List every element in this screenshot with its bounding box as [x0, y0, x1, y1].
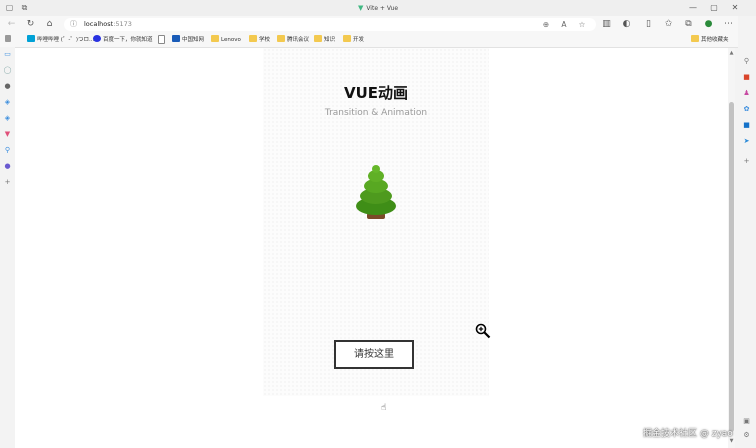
hand-cursor-icon: ☝	[381, 403, 387, 413]
vue-logo-icon: ▼	[357, 4, 364, 12]
favorite-star-icon[interactable]: ☆	[576, 18, 588, 31]
more-menu-icon[interactable]: ⋯	[722, 18, 735, 31]
other-favorites-folder[interactable]: 其他收藏夹	[691, 35, 729, 45]
bookmark-folder[interactable]: 开发	[343, 35, 364, 45]
back-icon[interactable]: ←	[5, 18, 18, 31]
games-icon[interactable]: ♟	[741, 88, 752, 99]
folder-icon	[211, 35, 219, 42]
tree-icon	[356, 165, 396, 219]
bookmarks-bar: 哔哩哔哩 (゜-゜)つロ... 百度一下，你就知道 中国知网 Lenovo 学校…	[0, 33, 756, 48]
favorites-icon[interactable]: ✩	[662, 18, 675, 31]
title-bar: ▢ ⧉ ▼ Vite + Vue — ▢ ✕	[0, 0, 756, 16]
folder-icon	[343, 35, 351, 42]
copilot-icon[interactable]: ●	[702, 18, 715, 31]
left-sidebar: ▭ ◯ ● ◈ ◈ ▼ ⚲ ● +	[0, 47, 15, 448]
page-title: VUE动画	[343, 84, 409, 102]
sidebar-layout-icon[interactable]: ▣	[741, 416, 752, 427]
folder-icon	[249, 35, 257, 42]
baidu-icon	[93, 35, 101, 42]
folder-icon	[691, 35, 699, 42]
scroll-up-icon[interactable]: ▲	[729, 50, 734, 56]
edge-icon[interactable]: ◈	[2, 97, 13, 108]
minimize-button[interactable]: —	[686, 2, 700, 14]
folder-icon	[314, 35, 322, 42]
right-sidebar: ⚲ ■ ♟ ✿ ■ ➤ + ▣ ⚙	[738, 16, 756, 448]
zoom-icon[interactable]: ⊕	[540, 18, 552, 31]
read-aloud-icon[interactable]: A	[558, 18, 570, 31]
tab-icon[interactable]: ▭	[2, 49, 13, 60]
zoom-cursor-icon	[475, 323, 491, 339]
site-info-icon[interactable]: ⓘ	[70, 18, 77, 31]
extension-icon[interactable]: ◐	[620, 18, 633, 31]
send-icon[interactable]: ➤	[741, 136, 752, 147]
add-sidebar-app-icon[interactable]: +	[741, 156, 752, 167]
bookmark-item[interactable]: 中国知网	[172, 35, 204, 45]
edge-dev-icon[interactable]: ◈	[2, 113, 13, 124]
search-icon[interactable]: ⚲	[2, 145, 13, 156]
split-screen-icon[interactable]: ▥	[600, 18, 613, 31]
settings-icon[interactable]: ⚙	[741, 430, 752, 441]
tv-icon	[27, 35, 35, 42]
animation-card: VUE动画 Transition & Animation 请按这里	[263, 48, 489, 396]
circle-app-icon[interactable]: ●	[2, 161, 13, 172]
bookmark-folder[interactable]: 腾讯会议	[277, 35, 309, 45]
bookmark-folder[interactable]: 学校	[249, 35, 270, 45]
sidebar-search-icon[interactable]: ⚲	[741, 56, 752, 67]
collections-icon[interactable]: ⧉	[682, 18, 695, 31]
folder-icon	[277, 35, 285, 42]
cnki-icon	[172, 35, 180, 42]
url-text[interactable]: localhost:5173	[84, 18, 132, 31]
press-here-button[interactable]: 请按这里	[334, 340, 414, 369]
sidebar-toggle-icon[interactable]: ▯	[642, 18, 655, 31]
vue-tab-icon[interactable]: ▼	[2, 129, 13, 140]
tools-icon[interactable]: ✿	[741, 104, 752, 115]
page-viewport: VUE动画 Transition & Animation 请按这里 ☝	[15, 48, 728, 448]
page-subtitle: Transition & Animation	[324, 108, 428, 118]
bookmark-item[interactable]	[158, 35, 167, 45]
home-icon[interactable]: ⌂	[43, 18, 56, 31]
page-icon	[158, 35, 165, 44]
address-bar[interactable]: ⓘ localhost:5173 ⊕ A ☆	[64, 18, 596, 31]
bookmarks-bar-toggle-icon[interactable]	[5, 35, 13, 45]
bookmark-item[interactable]: 百度一下，你就知道	[93, 35, 153, 45]
bookmark-folder[interactable]: Lenovo	[211, 35, 241, 45]
scroll-thumb[interactable]	[729, 102, 734, 432]
bookmark-item[interactable]: 哔哩哔哩 (゜-゜)つロ...	[27, 35, 94, 45]
history-icon[interactable]: ●	[2, 81, 13, 92]
outlook-icon[interactable]: ■	[741, 120, 752, 131]
search-sidebar-icon[interactable]: ◯	[2, 65, 13, 76]
window-title: Vite + Vue	[366, 5, 399, 12]
bookmark-folder[interactable]: 知识	[314, 35, 335, 45]
refresh-icon[interactable]: ↻	[24, 18, 37, 31]
toolbox-icon[interactable]: ■	[741, 72, 752, 83]
watermark: 掘金技术社区 @ zyao	[643, 429, 733, 439]
close-button[interactable]: ✕	[728, 2, 742, 14]
vertical-scrollbar[interactable]: ▲ ▼	[728, 48, 735, 448]
maximize-button[interactable]: ▢	[707, 2, 721, 14]
browser-toolbar: ← ↻ ⌂ ⓘ localhost:5173 ⊕ A ☆ ▥ ◐ ▯ ✩ ⧉ ●…	[0, 16, 756, 33]
add-icon[interactable]: +	[2, 177, 13, 188]
